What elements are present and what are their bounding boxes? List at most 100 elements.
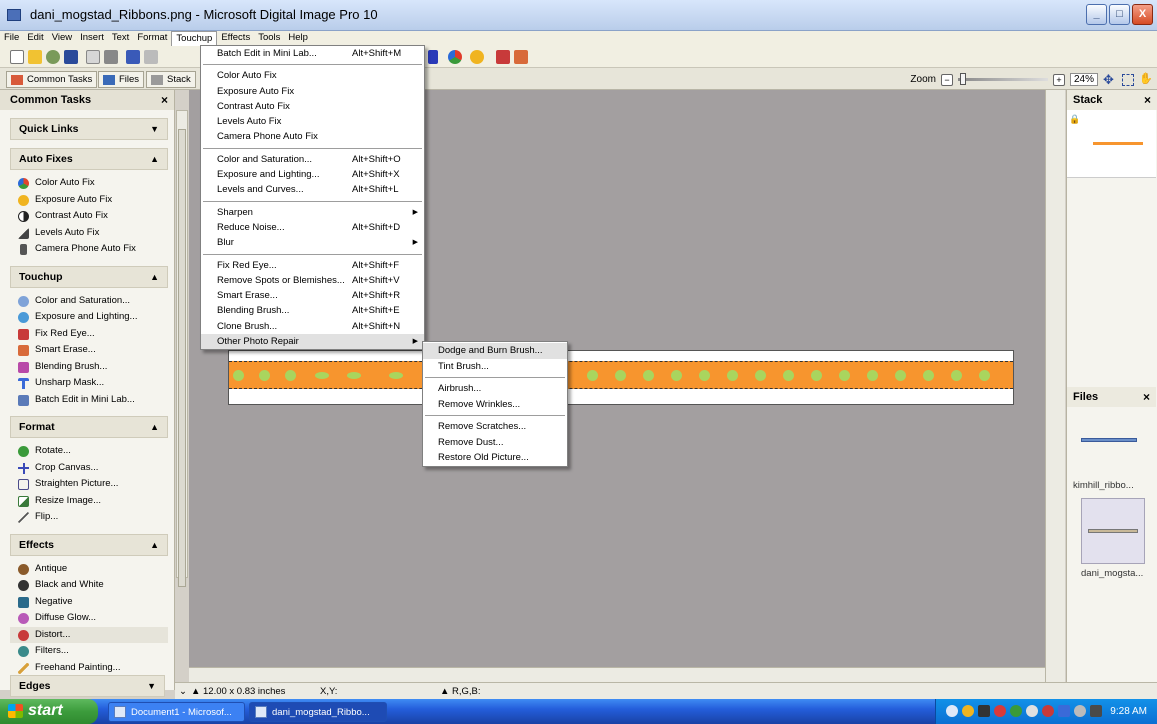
menu-item-other-photo-repair[interactable]: Other Photo Repair ▶ <box>201 334 424 350</box>
task-diffuse-glow[interactable]: Diffuse Glow... <box>10 610 168 627</box>
minimize-button[interactable]: _ <box>1086 4 1107 25</box>
menu-item-levels-auto-fix[interactable]: Levels Auto Fix <box>201 114 424 129</box>
task-unsharp-mask[interactable]: Unsharp Mask... <box>10 375 168 392</box>
menu-edit[interactable]: Edit <box>23 31 47 46</box>
volume-icon[interactable] <box>1026 705 1038 717</box>
close-files-button[interactable]: × <box>1143 390 1150 404</box>
tab-stack[interactable]: Stack <box>146 71 196 88</box>
taskbar-button-document1[interactable]: Document1 - Microsof... <box>108 702 245 722</box>
stack-thumbnail[interactable]: 🔒 <box>1067 110 1156 178</box>
menu-item-tint-brush[interactable]: Tint Brush... <box>423 359 567 375</box>
scrollbar-thumb[interactable] <box>178 129 186 587</box>
task-black-and-white[interactable]: Black and White <box>10 577 168 594</box>
section-header-effects[interactable]: Effects ▲ <box>10 533 168 556</box>
menu-item-remove-spots-or-blemishes[interactable]: Remove Spots or Blemishes... Alt+Shift+V <box>201 273 424 288</box>
task-contrast-auto-fix[interactable]: Contrast Auto Fix <box>10 208 168 225</box>
task-rotate[interactable]: Rotate... <box>10 443 168 460</box>
section-header-format[interactable]: Format ▲ <box>10 416 168 438</box>
maximize-button[interactable]: □ <box>1109 4 1130 25</box>
file-thumbnail-kimhill[interactable] <box>1081 438 1137 442</box>
file-thumbnail-dani[interactable] <box>1081 498 1145 564</box>
task-blending-brush[interactable]: Blending Brush... <box>10 359 168 376</box>
menu-item-dodge-and-burn-brush[interactable]: Dodge and Burn Brush... <box>423 343 567 359</box>
menu-item-remove-wrinkles[interactable]: Remove Wrinkles... <box>423 397 567 413</box>
close-stack-button[interactable]: × <box>1144 93 1151 107</box>
section-header-edges[interactable]: Edges ▼ <box>10 675 165 697</box>
hand-tool-icon[interactable]: ✋ <box>1139 73 1153 86</box>
menu-item-restore-old-picture[interactable]: Restore Old Picture... <box>423 450 567 466</box>
task-straighten-picture[interactable]: Straighten Picture... <box>10 476 168 493</box>
menu-file[interactable]: File <box>0 31 23 46</box>
task-color-auto-fix[interactable]: Color Auto Fix <box>10 175 168 192</box>
zoom-slider[interactable] <box>957 73 1048 85</box>
menu-item-clone-brush[interactable]: Clone Brush... Alt+Shift+N <box>201 319 424 334</box>
menu-item-blur[interactable]: Blur ▶ <box>201 235 424 250</box>
canvas-horizontal-scrollbar[interactable] <box>189 667 1045 682</box>
task-freehand-painting[interactable]: Freehand Painting... <box>10 660 168 677</box>
task-color-and-saturation[interactable]: Color and Saturation... <box>10 293 168 310</box>
crop-tool-icon[interactable] <box>428 50 438 64</box>
save-icon[interactable] <box>64 50 78 64</box>
network-icon[interactable] <box>962 705 974 717</box>
section-header-touchup[interactable]: Touchup ▲ <box>10 265 168 288</box>
start-button[interactable]: start <box>0 699 98 724</box>
zoom-in-button[interactable]: + <box>1052 73 1065 86</box>
chevron-up-icon[interactable]: ▲ <box>150 154 159 164</box>
menu-item-camera-phone-auto-fix[interactable]: Camera Phone Auto Fix <box>201 129 424 144</box>
canvas-vertical-scrollbar[interactable] <box>1045 90 1065 682</box>
menu-insert[interactable]: Insert <box>76 31 108 46</box>
menu-item-sharpen[interactable]: Sharpen ▶ <box>201 205 424 220</box>
undo-icon[interactable] <box>126 50 140 64</box>
menu-item-levels-and-curves[interactable]: Levels and Curves... Alt+Shift+L <box>201 182 424 197</box>
task-levels-auto-fix[interactable]: Levels Auto Fix <box>10 225 168 242</box>
chevron-down-icon[interactable]: ▼ <box>150 124 159 134</box>
redo-icon[interactable] <box>144 50 158 64</box>
menu-item-exposure-auto-fix[interactable]: Exposure Auto Fix <box>201 84 424 99</box>
email-icon[interactable] <box>86 50 100 64</box>
file-name-dani[interactable]: dani_mogsta... <box>1081 568 1143 579</box>
menu-item-color-auto-fix[interactable]: Color Auto Fix <box>201 68 424 83</box>
color-fix-icon[interactable] <box>448 50 462 64</box>
open-folder-icon[interactable] <box>28 50 42 64</box>
left-panel-scrollbar[interactable] <box>176 110 188 587</box>
close-panel-button[interactable]: × <box>161 93 168 107</box>
chevron-up-icon[interactable]: ▲ <box>150 540 159 550</box>
chevron-down-icon[interactable]: ▼ <box>147 681 156 691</box>
smart-erase-icon[interactable] <box>514 50 528 64</box>
lock-icon[interactable]: 🔒 <box>1069 114 1080 125</box>
menu-item-contrast-auto-fix[interactable]: Contrast Auto Fix <box>201 99 424 114</box>
task-crop-canvas[interactable]: Crop Canvas... <box>10 460 168 477</box>
task-fix-red-eye[interactable]: Fix Red Eye... <box>10 326 168 343</box>
blocked-icon[interactable] <box>994 705 1006 717</box>
chevron-up-icon[interactable]: ▲ <box>150 422 159 432</box>
red-eye-icon[interactable] <box>496 50 510 64</box>
expand-icon[interactable]: ⌄ <box>179 686 187 697</box>
close-button[interactable]: X <box>1132 4 1153 25</box>
section-header-auto-fixes[interactable]: Auto Fixes ▲ <box>10 148 168 170</box>
zoom-slider-knob[interactable] <box>959 73 966 85</box>
print-icon[interactable] <box>104 50 118 64</box>
menu-touchup[interactable]: Touchup <box>171 31 218 46</box>
user-icon[interactable] <box>1010 705 1022 717</box>
task-camera-phone-auto-fix[interactable]: Camera Phone Auto Fix <box>10 241 168 258</box>
task-antique[interactable]: Antique <box>10 561 168 578</box>
display-icon[interactable] <box>1090 705 1102 717</box>
task-filters[interactable]: Filters... <box>10 643 168 660</box>
back-arrow-icon[interactable] <box>946 705 958 717</box>
new-icon[interactable] <box>10 50 24 64</box>
task-flip[interactable]: Flip... <box>10 509 168 526</box>
task-smart-erase[interactable]: Smart Erase... <box>10 342 168 359</box>
menu-view[interactable]: View <box>48 31 76 46</box>
fit-to-window-icon[interactable] <box>1122 73 1134 86</box>
file-name-kimhill[interactable]: kimhill_ribbo... <box>1073 480 1134 491</box>
menu-help[interactable]: Help <box>284 31 312 46</box>
section-header-quick-links[interactable]: Quick Links ▼ <box>10 118 168 140</box>
menu-item-remove-dust[interactable]: Remove Dust... <box>423 435 567 451</box>
menu-item-color-and-saturation[interactable]: Color and Saturation... Alt+Shift+O <box>201 152 424 167</box>
ribbon-image[interactable] <box>228 350 1014 405</box>
pan-icon[interactable]: ✥ <box>1103 73 1117 86</box>
task-batch-edit[interactable]: Batch Edit in Mini Lab... <box>10 392 168 409</box>
tab-files[interactable]: Files <box>98 71 145 88</box>
menu-text[interactable]: Text <box>108 31 133 46</box>
scan-icon[interactable] <box>46 50 60 64</box>
